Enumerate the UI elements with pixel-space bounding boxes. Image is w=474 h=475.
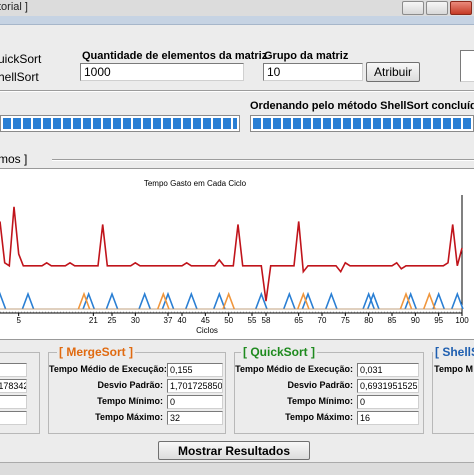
stat-value-field: 32 <box>167 411 223 425</box>
stat-value-field: 0 <box>167 395 223 409</box>
x-axis-label: Ciclos <box>196 326 218 335</box>
algorithm-item-quicksort[interactable]: uickSort <box>0 52 41 66</box>
stat-label: Desvio Padrão: <box>97 380 163 390</box>
blue-series-peak <box>21 291 35 310</box>
x-tick-label: 70 <box>318 316 327 325</box>
group-input[interactable]: 10 <box>263 63 363 81</box>
stats-group: [ QuickSort ] Tempo Médio de Execução: 0,0… <box>234 345 424 434</box>
status-message: Ordenando pelo método ShellSort concluíd… <box>250 100 474 112</box>
x-tick-label: 90 <box>411 316 420 325</box>
show-results-button[interactable]: Mostrar Resultados <box>158 441 310 460</box>
progress-bar-left <box>0 115 240 132</box>
stat-value-field <box>0 395 27 409</box>
x-tick-label: 37 <box>164 316 173 325</box>
x-tick-label: 21 <box>89 316 98 325</box>
x-tick-label: 95 <box>434 316 443 325</box>
x-tick-label: 65 <box>294 316 303 325</box>
x-tick-label: 85 <box>388 316 397 325</box>
x-tick-label: 30 <box>131 316 140 325</box>
window-frame-bar <box>0 16 474 25</box>
group-label: Grupo da matriz <box>264 50 349 62</box>
x-tick-label: 100 <box>455 316 469 325</box>
assign-button[interactable]: Atribuir <box>366 62 420 82</box>
status-bar <box>0 462 474 475</box>
blue-series-peak <box>324 291 338 310</box>
blue-series-peak <box>282 291 296 310</box>
blue-series-peak <box>450 291 464 310</box>
x-tick-label: 80 <box>364 316 373 325</box>
stats-group-title: [ QuickSort ] <box>241 345 318 359</box>
orange-series-peak <box>422 291 436 310</box>
stat-label: Tempo Mínimo: <box>97 396 163 406</box>
orange-series-peak <box>222 291 236 310</box>
stat-label: Tempo Máximo: <box>285 412 353 422</box>
algorithm-item-shellsort[interactable]: hellSort <box>0 70 39 84</box>
stats-group: [ MergeSort ] Tempo Médio de Execução: 0,1… <box>48 345 226 434</box>
stat-label: Tempo Médio de Execução: <box>49 364 167 374</box>
stat-label: Tempo Mínimo: <box>287 396 353 406</box>
progress-fill-left <box>3 118 237 129</box>
stat-label: Desvio Padrão: <box>287 380 353 390</box>
quantity-label: Quantidade de elementos da matriz <box>82 50 268 62</box>
chart-title: Tempo Gasto em Cada Ciclo <box>144 179 247 188</box>
x-tick-label: 58 <box>262 316 271 325</box>
stat-value-field: 0,6931951525 <box>357 379 419 393</box>
blue-series-peak <box>105 291 119 310</box>
stats-group: [ ShellS Tempo M <box>432 345 474 434</box>
x-tick-label: 50 <box>224 316 233 325</box>
stat-label: Tempo Máximo: <box>95 412 163 422</box>
stat-value-field: 1,701725850 <box>167 379 223 393</box>
stat-value-field: 0 <box>357 395 419 409</box>
stat-value-field: 0,031 <box>357 363 419 377</box>
stat-value-field: 0,155 <box>167 363 223 377</box>
x-tick-label: 45 <box>201 316 210 325</box>
stat-value-field <box>0 363 27 377</box>
x-tick-label: 55 <box>248 316 257 325</box>
window-titlebar: torial ] <box>0 0 474 17</box>
stat-value-field <box>0 411 27 425</box>
stat-label: Tempo Médio de Execução: <box>235 364 353 374</box>
red-series-line <box>0 206 463 302</box>
section-label: mos ] <box>0 152 28 166</box>
maximize-button[interactable] <box>426 1 448 15</box>
quantity-input[interactable]: 1000 <box>80 63 244 81</box>
progress-bar-right <box>250 115 474 132</box>
window-title: torial ] <box>0 1 28 13</box>
stat-label: Tempo M <box>434 364 473 374</box>
progress-fill-right <box>253 118 471 129</box>
stats-group-title: [ MergeSort ] <box>57 345 136 359</box>
blue-series-peak <box>184 291 198 310</box>
blue-series-peak <box>0 291 7 310</box>
x-tick-label: 25 <box>108 316 117 325</box>
minimize-button[interactable] <box>402 1 424 15</box>
x-tick-label: 75 <box>341 316 350 325</box>
window-controls <box>402 1 472 15</box>
close-button[interactable] <box>450 1 472 15</box>
chart-panel: Tempo Gasto em Cada Ciclo 5 21 25 30 37 40 45 50… <box>0 168 474 340</box>
section-rule <box>52 159 474 161</box>
stats-group-title: [ ShellS <box>433 345 474 359</box>
side-panel-edge <box>460 50 474 82</box>
stats-group: 1178342 <box>0 352 40 434</box>
separator <box>0 90 474 92</box>
x-tick-label: 5 <box>16 316 21 325</box>
stat-value-field: 1178342 <box>0 379 27 393</box>
blue-series-peak <box>138 291 152 310</box>
cycle-time-chart: Tempo Gasto em Cada Ciclo 5 21 25 30 37 40 45 50… <box>0 179 469 335</box>
x-tick-label: 40 <box>178 316 187 325</box>
stat-value-field: 16 <box>357 411 419 425</box>
